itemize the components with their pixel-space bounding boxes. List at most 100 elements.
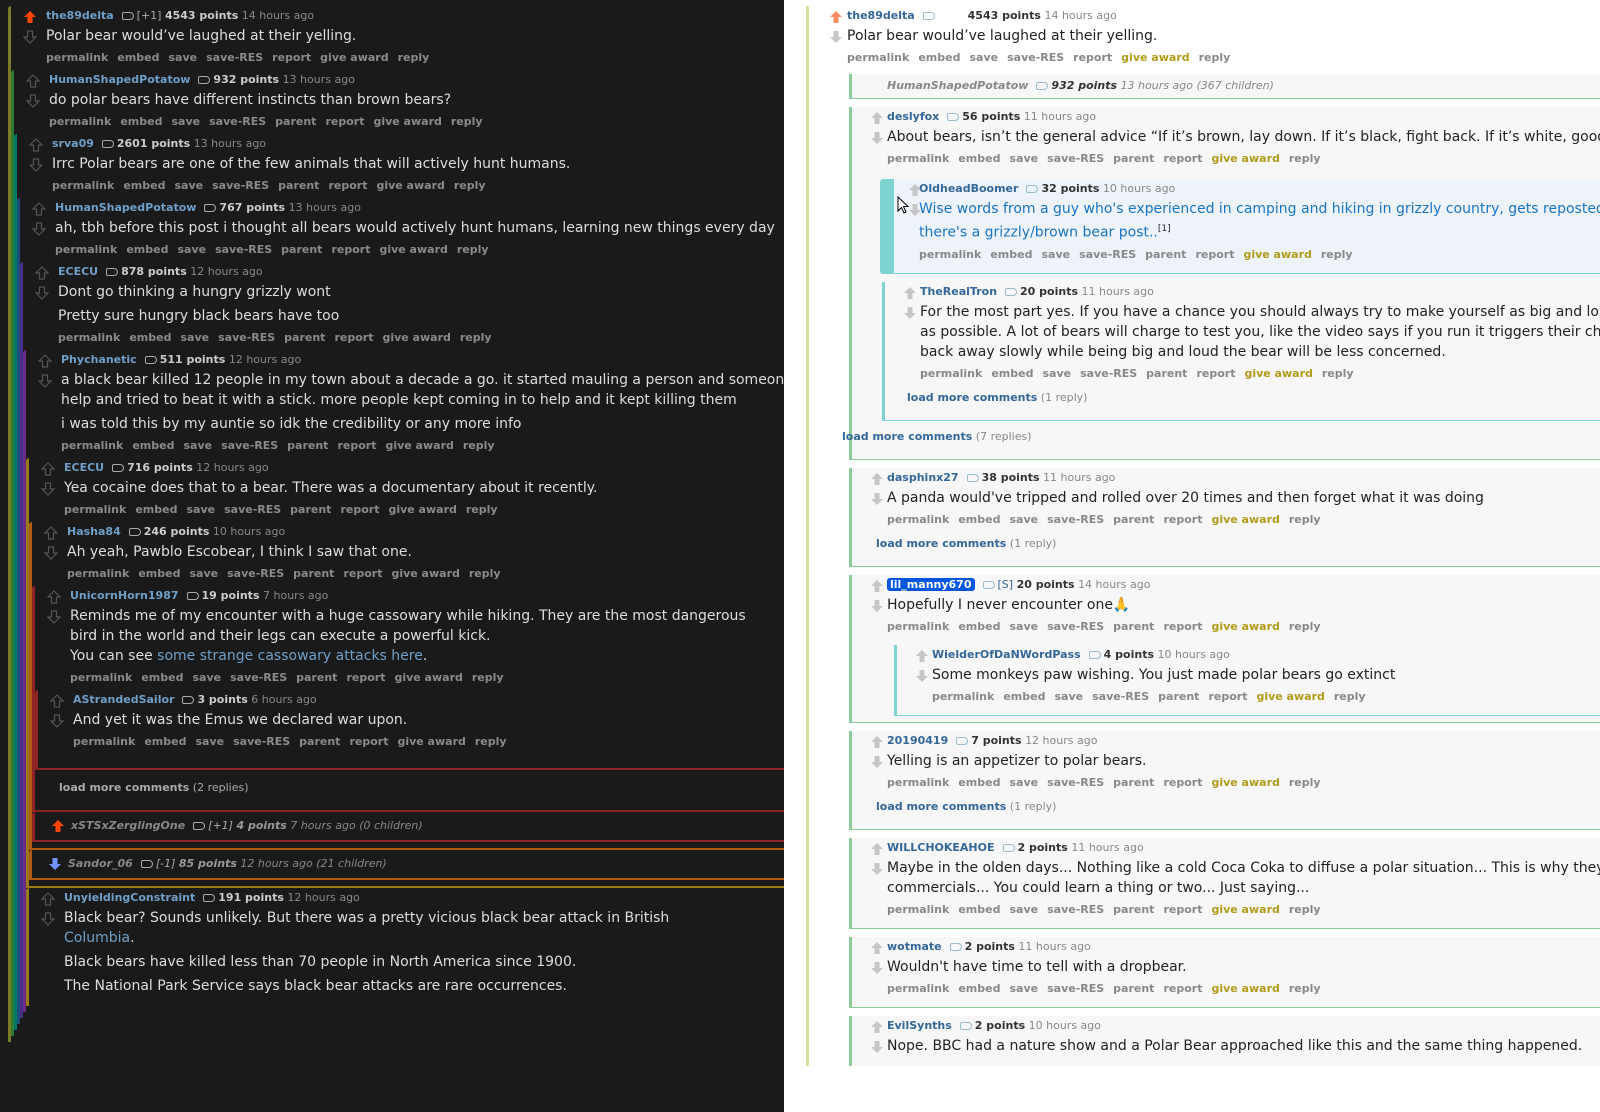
comment-author[interactable]: TheRealTron bbox=[920, 285, 997, 298]
embed-link[interactable]: embed bbox=[958, 152, 1000, 165]
save-res-link[interactable]: save-RES bbox=[1007, 51, 1064, 64]
user-tag-icon[interactable] bbox=[1036, 82, 1049, 90]
permalink-link[interactable]: permalink bbox=[46, 51, 108, 64]
reply-link[interactable]: reply bbox=[475, 735, 507, 748]
parent-link[interactable]: parent bbox=[1113, 620, 1154, 633]
embed-link[interactable]: embed bbox=[918, 51, 960, 64]
parent-link[interactable]: parent bbox=[284, 331, 325, 344]
downvote-arrow-icon[interactable] bbox=[870, 862, 884, 876]
give-award-link[interactable]: give award bbox=[382, 331, 450, 344]
upvote-arrow-icon[interactable] bbox=[41, 892, 55, 906]
downvote-arrow-icon[interactable] bbox=[915, 669, 929, 683]
comment-author[interactable]: dasphinx27 bbox=[887, 471, 959, 484]
load-more-link[interactable]: load more comments bbox=[907, 391, 1037, 404]
give-award-link[interactable]: give award bbox=[394, 671, 462, 684]
give-award-link[interactable]: give award bbox=[1211, 513, 1279, 526]
embed-link[interactable]: embed bbox=[138, 567, 180, 580]
permalink-link[interactable]: permalink bbox=[919, 248, 981, 261]
downvote-arrow-icon[interactable] bbox=[908, 203, 922, 217]
downvote-arrow-icon[interactable] bbox=[38, 374, 52, 388]
user-tag-icon[interactable] bbox=[956, 736, 969, 745]
save-link[interactable]: save bbox=[1009, 903, 1038, 916]
reply-link[interactable]: reply bbox=[1289, 152, 1321, 165]
permalink-link[interactable]: permalink bbox=[887, 776, 949, 789]
downvote-arrow-icon[interactable] bbox=[29, 158, 43, 172]
save-res-link[interactable]: save-RES bbox=[215, 243, 272, 256]
downvote-arrow-icon[interactable] bbox=[47, 610, 61, 624]
give-award-link[interactable]: give award bbox=[1243, 248, 1311, 261]
comment-author[interactable]: UnyieldingConstraint bbox=[64, 891, 195, 904]
reply-link[interactable]: reply bbox=[454, 179, 486, 192]
downvote-arrow-icon[interactable] bbox=[32, 222, 46, 236]
save-link[interactable]: save bbox=[183, 439, 212, 452]
upvote-arrow-icon[interactable] bbox=[870, 842, 884, 856]
user-tag-icon[interactable] bbox=[144, 356, 157, 364]
comment-author[interactable]: the89delta bbox=[847, 9, 915, 22]
parent-link[interactable]: parent bbox=[287, 439, 328, 452]
embed-link[interactable]: embed bbox=[129, 331, 171, 344]
permalink-link[interactable]: permalink bbox=[67, 567, 129, 580]
comment-author[interactable]: deslyfox bbox=[887, 110, 939, 123]
save-res-link[interactable]: save-RES bbox=[206, 51, 263, 64]
parent-link[interactable]: parent bbox=[1113, 903, 1154, 916]
give-award-link[interactable]: give award bbox=[1256, 690, 1324, 703]
report-link[interactable]: report bbox=[334, 331, 373, 344]
permalink-link[interactable]: permalink bbox=[887, 903, 949, 916]
downvote-arrow-icon[interactable] bbox=[23, 30, 37, 44]
collapsed-comment[interactable]: Sandor_06 [-1] 85 points 12 hours ago (21… bbox=[29, 850, 784, 880]
embed-link[interactable]: embed bbox=[958, 776, 1000, 789]
save-res-link[interactable]: save-RES bbox=[1080, 367, 1137, 380]
give-award-link[interactable]: give award bbox=[376, 179, 444, 192]
load-more-link[interactable]: load more comments bbox=[842, 430, 972, 443]
embed-link[interactable]: embed bbox=[117, 51, 159, 64]
upvote-arrow-icon[interactable] bbox=[38, 354, 52, 368]
report-link[interactable]: report bbox=[331, 243, 370, 256]
save-res-link[interactable]: save-RES bbox=[221, 439, 278, 452]
report-link[interactable]: report bbox=[1163, 982, 1202, 995]
embed-link[interactable]: embed bbox=[958, 903, 1000, 916]
give-award-link[interactable]: give award bbox=[320, 51, 388, 64]
permalink-link[interactable]: permalink bbox=[73, 735, 135, 748]
user-tag-icon[interactable] bbox=[121, 12, 134, 20]
give-award-link[interactable]: give award bbox=[1211, 903, 1279, 916]
save-res-link[interactable]: save-RES bbox=[218, 331, 275, 344]
reply-link[interactable]: reply bbox=[460, 331, 492, 344]
user-tag-icon[interactable] bbox=[966, 473, 979, 482]
report-link[interactable]: report bbox=[1196, 367, 1235, 380]
permalink-link[interactable]: permalink bbox=[52, 179, 114, 192]
save-link[interactable]: save bbox=[186, 503, 215, 516]
comment-author[interactable]: wotmate bbox=[887, 940, 942, 953]
save-link[interactable]: save bbox=[180, 331, 209, 344]
reply-link[interactable]: reply bbox=[398, 51, 430, 64]
downvote-arrow-icon[interactable] bbox=[870, 1040, 884, 1054]
downvote-arrow-icon[interactable] bbox=[870, 131, 884, 145]
user-tag-icon[interactable] bbox=[101, 140, 114, 148]
columbia-link[interactable]: Columbia bbox=[64, 930, 130, 946]
downvote-arrow-icon[interactable] bbox=[48, 857, 62, 871]
submitter-author-badge[interactable]: lil_manny670 bbox=[887, 577, 975, 591]
reply-link[interactable]: reply bbox=[1199, 51, 1231, 64]
upvote-arrow-icon[interactable] bbox=[870, 111, 884, 125]
give-award-link[interactable]: give award bbox=[1211, 776, 1279, 789]
upvote-arrow-icon[interactable] bbox=[870, 735, 884, 749]
user-tag-icon[interactable] bbox=[922, 12, 935, 20]
save-res-link[interactable]: save-RES bbox=[1092, 690, 1149, 703]
user-tag-icon[interactable] bbox=[947, 113, 960, 121]
upvote-arrow-icon[interactable] bbox=[26, 74, 40, 88]
downvote-arrow-icon[interactable] bbox=[870, 755, 884, 769]
save-res-link[interactable]: save-RES bbox=[209, 115, 266, 128]
embed-link[interactable]: embed bbox=[120, 115, 162, 128]
parent-link[interactable]: parent bbox=[278, 179, 319, 192]
save-link[interactable]: save bbox=[189, 567, 218, 580]
parent-link[interactable]: parent bbox=[1158, 690, 1199, 703]
report-link[interactable]: report bbox=[328, 179, 367, 192]
embed-link[interactable]: embed bbox=[144, 735, 186, 748]
save-res-link[interactable]: save-RES bbox=[1047, 903, 1104, 916]
report-link[interactable]: report bbox=[1208, 690, 1247, 703]
comment-author[interactable]: Hasha84 bbox=[67, 525, 121, 538]
reply-link[interactable]: reply bbox=[463, 439, 495, 452]
save-res-link[interactable]: save-RES bbox=[230, 671, 287, 684]
load-more-link[interactable]: load more comments bbox=[876, 537, 1006, 550]
save-link[interactable]: save bbox=[1009, 776, 1038, 789]
permalink-link[interactable]: permalink bbox=[887, 513, 949, 526]
